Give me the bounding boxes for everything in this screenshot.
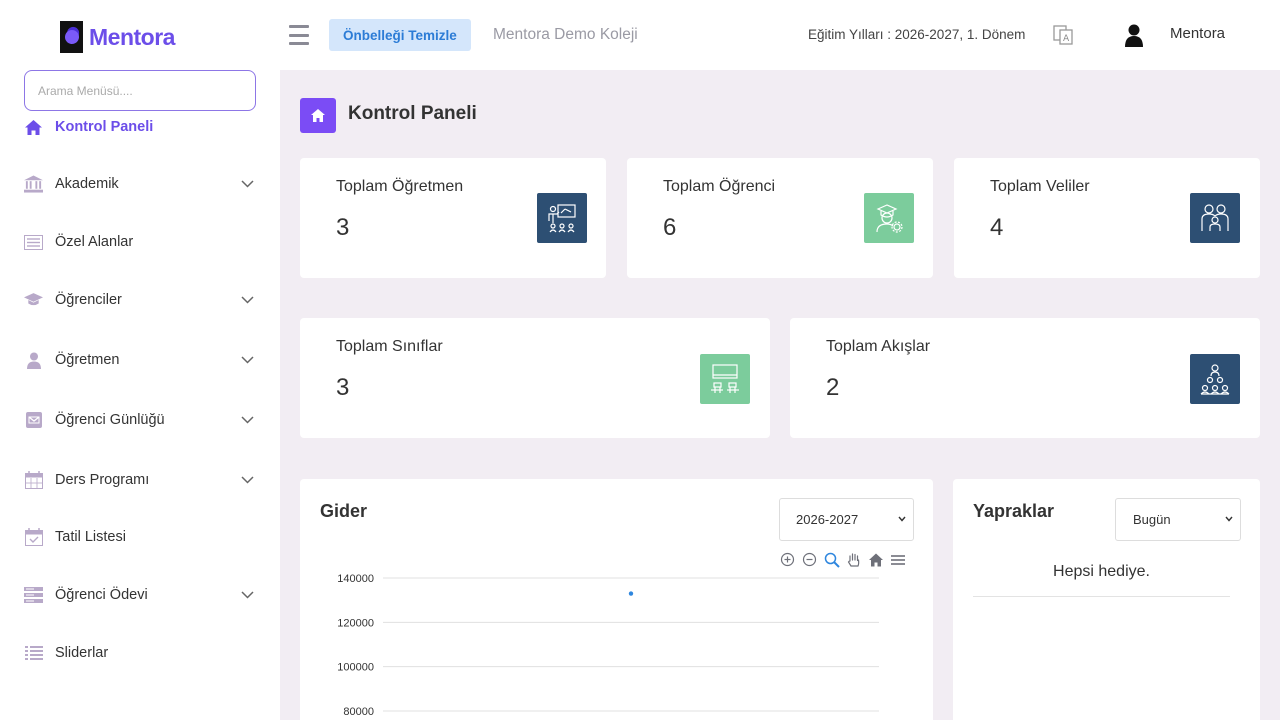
teacher-board-icon (537, 193, 587, 243)
sidebar-item-label: Sliderlar (55, 645, 109, 661)
classroom-icon (700, 354, 750, 404)
period-select-value: Bugün (1133, 512, 1171, 527)
chevron-down-icon[interactable] (240, 353, 254, 367)
stat-value: 3 (336, 374, 350, 401)
sidebar-item-label: Öğrenci Ödevi (55, 587, 148, 603)
logo-text: Mentora (89, 23, 175, 50)
stat-card-parents[interactable]: Toplam Veliler 4 (954, 158, 1260, 278)
clear-cache-button[interactable]: Önbelleği Temizle (329, 19, 471, 51)
sidebar-item-label: Özel Alanlar (55, 234, 134, 250)
envelope-icon (24, 411, 43, 430)
leaves-empty-message: Hepsi hediye. (1053, 563, 1150, 580)
stat-value: 4 (990, 214, 1004, 241)
stat-value: 2 (826, 374, 840, 401)
user-name[interactable]: Mentora (1170, 25, 1225, 42)
stat-value: 3 (336, 214, 350, 241)
stat-card-classes[interactable]: Toplam Sınıflar 3 (300, 318, 770, 438)
home-icon[interactable] (300, 98, 336, 133)
chevron-down-icon[interactable] (240, 473, 254, 487)
stat-label: Toplam Akışlar (826, 338, 931, 355)
svg-text:A: A (1063, 34, 1070, 44)
chevron-down-icon[interactable] (240, 413, 254, 427)
chevron-down-icon (1225, 516, 1233, 522)
y-tick-label: 100000 (337, 662, 374, 674)
chevron-down-icon[interactable] (240, 177, 254, 191)
list-box-icon (24, 233, 43, 252)
y-tick-label: 80000 (343, 706, 374, 718)
y-tick-label: 120000 (337, 617, 374, 629)
sidebar-item-label: Akademik (55, 176, 119, 192)
hamburger-menu-icon[interactable] (289, 25, 309, 45)
stat-card-teachers[interactable]: Toplam Öğretmen 3 (300, 158, 606, 278)
sidebar-item-label: Öğretmen (55, 352, 120, 368)
y-tick-label: 140000 (337, 573, 374, 585)
expense-chart: 140000 120000 100000 80000 (337, 573, 879, 718)
stat-label: Toplam Öğrenci (663, 178, 776, 195)
page-title: Kontrol Paneli (348, 103, 477, 124)
data-point[interactable] (628, 591, 634, 596)
sidebar-item-öğrenci-ödevi[interactable]: Öğrenci Ödevi (0, 575, 280, 615)
sidebar-item-tatil-listesi[interactable]: Tatil Listesi (0, 517, 280, 557)
list-icon (24, 644, 43, 663)
bank-icon (24, 175, 43, 194)
calendar-check-icon (24, 528, 43, 547)
stat-card-streams[interactable]: Toplam Akışlar 2 (790, 318, 1260, 438)
education-year-label: Eğitim Yılları : 2026-2027, 1. Dönem (808, 27, 1026, 42)
sidebar-item-öğrenci-günlüğü[interactable]: Öğrenci Günlüğü (0, 400, 280, 440)
graduation-cap-icon (24, 291, 43, 310)
sidebar-item-öğrenciler[interactable]: Öğrenciler (0, 280, 280, 320)
stat-label: Toplam Veliler (990, 178, 1090, 195)
family-icon (1190, 193, 1240, 243)
expense-chart-card: Gider 2026-2027 140000 120000 100000 80000 (300, 479, 933, 720)
search-menu-input[interactable] (24, 70, 256, 111)
sidebar-item-sliderlar[interactable]: Sliderlar (0, 633, 280, 673)
sidebar-item-label: Kontrol Paneli (55, 119, 154, 135)
period-select[interactable]: Bugün (1115, 498, 1241, 541)
sidebar-item-akademik[interactable]: Akademik (0, 164, 280, 204)
hierarchy-icon (1190, 354, 1240, 404)
leaves-card: Yapraklar Bugün Hepsi hediye. (953, 479, 1260, 720)
sidebar-item-kontrol-paneli[interactable]: Kontrol Paneli (0, 107, 280, 147)
translate-icon[interactable]: A (1052, 24, 1074, 46)
sidebar-item-label: Tatil Listesi (55, 529, 126, 545)
user-icon (24, 351, 43, 370)
stat-card-students[interactable]: Toplam Öğrenci 6 (627, 158, 933, 278)
chevron-down-icon[interactable] (240, 293, 254, 307)
stat-label: Toplam Öğretmen (336, 178, 464, 195)
divider (973, 596, 1230, 597)
sidebar-item-özel-alanlar[interactable]: Özel Alanlar (0, 222, 280, 262)
stat-value: 6 (663, 214, 677, 241)
logo-icon (60, 21, 83, 53)
logo[interactable]: Mentora (60, 21, 175, 53)
sidebar-item-label: Öğrenciler (55, 292, 122, 308)
server-icon (24, 586, 43, 605)
sidebar-item-label: Öğrenci Günlüğü (55, 412, 165, 428)
sidebar-item-öğretmen[interactable]: Öğretmen (0, 340, 280, 380)
sidebar-item-label: Ders Programı (55, 472, 150, 488)
sidebar-item-ders-programı[interactable]: Ders Programı (0, 460, 280, 500)
student-gear-icon (864, 193, 914, 243)
stat-label: Toplam Sınıflar (336, 338, 443, 355)
calendar-icon (24, 471, 43, 490)
sidebar: Mentora Kontrol Paneli Akademik Özel Alanl… (0, 0, 280, 720)
chevron-down-icon[interactable] (240, 588, 254, 602)
leaves-title: Yapraklar (973, 501, 1055, 521)
school-name: Mentora Demo Koleji (493, 26, 638, 43)
user-avatar-icon[interactable] (1123, 22, 1145, 48)
home-icon (24, 118, 43, 137)
top-header: Önbelleği Temizle Mentora Demo Koleji Eğ… (280, 0, 1280, 70)
